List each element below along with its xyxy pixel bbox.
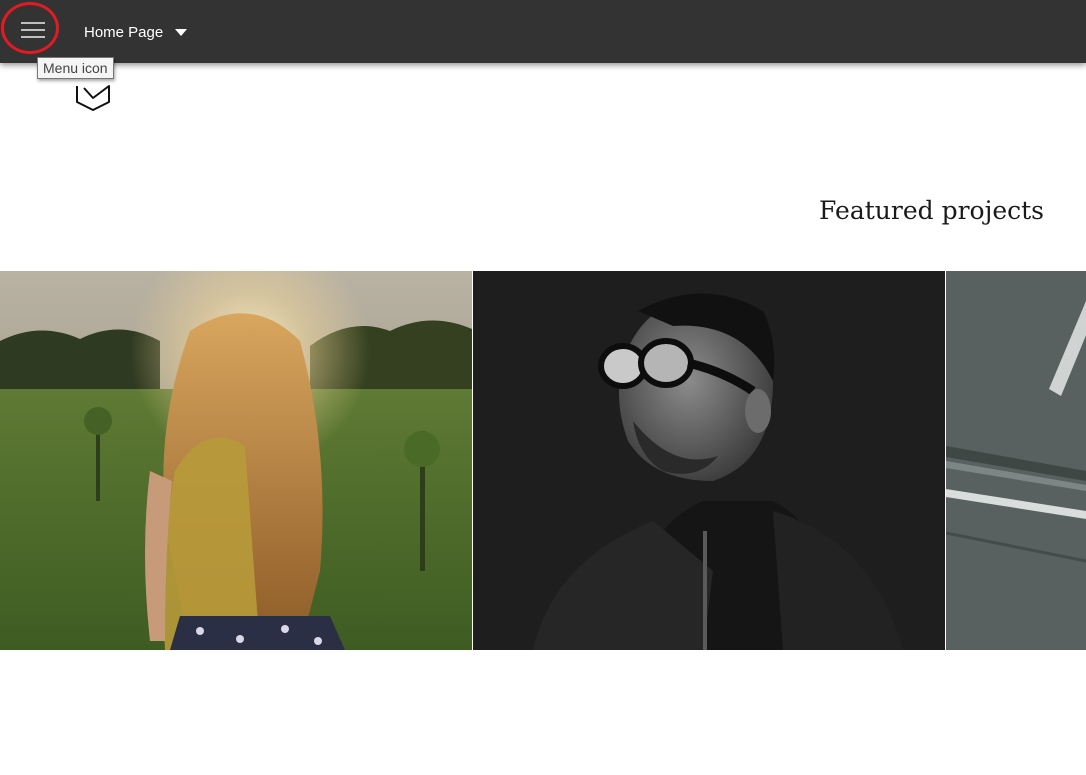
menu-tooltip: Menu icon bbox=[37, 57, 114, 79]
woman-in-sunlit-field-image bbox=[0, 271, 472, 650]
envelope-logo-icon[interactable] bbox=[74, 80, 112, 112]
page-selector-dropdown[interactable]: Home Page bbox=[84, 20, 188, 44]
menu-bar-line bbox=[21, 22, 45, 24]
caret-down-icon bbox=[175, 28, 188, 36]
top-navigation-bar: Home Page bbox=[0, 0, 1086, 63]
project-card-woman-field[interactable] bbox=[0, 271, 472, 650]
project-card-road[interactable] bbox=[946, 271, 1086, 650]
project-card-man-goggles[interactable] bbox=[473, 271, 945, 650]
man-with-goggles-portrait-image bbox=[473, 271, 945, 650]
page-selector-label: Home Page bbox=[84, 23, 164, 41]
menu-bar-line bbox=[21, 29, 45, 31]
menu-bar-line bbox=[21, 36, 45, 38]
featured-projects-title: Featured projects bbox=[819, 196, 1044, 225]
hamburger-menu-icon[interactable] bbox=[6, 8, 60, 54]
featured-projects-gallery bbox=[0, 271, 1086, 650]
asphalt-road-markings-image bbox=[946, 271, 1086, 650]
